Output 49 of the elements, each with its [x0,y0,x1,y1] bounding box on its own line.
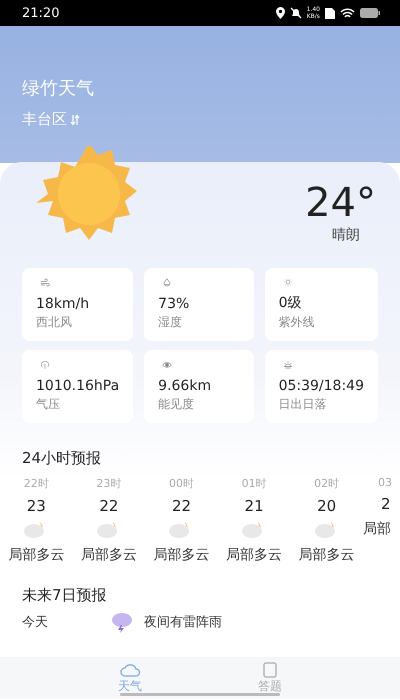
weather-condition: 晴朗 [332,226,360,244]
hour-temperature: 22 [99,497,118,515]
day-condition: 夜间有雷阵雨 [144,614,222,631]
day-name: 今天 [22,614,49,631]
detail-value: 05:39/18:49 [278,378,364,394]
status-time: 21:20 [22,6,60,20]
nav-tab[interactable]: 天气 [118,662,142,694]
app-title: 绿竹天气 [22,77,95,100]
thunder-cloud-icon [110,611,134,633]
hour-condition: 局部多云 [226,546,282,564]
wifi-icon [340,8,355,18]
detail-label: 西北风 [36,314,73,331]
hour-label: 01时 [242,476,267,491]
detail-label: 能见度 [158,396,196,413]
nav-tab[interactable]: 答题 [258,662,282,694]
hour-condition: 局部多云 [8,546,64,564]
detail-label: 气压 [36,396,61,413]
location-name[interactable]: 丰台区 [22,110,67,129]
hour-condition: 局部多云 [153,546,210,564]
hour-temperature: 20 [317,497,336,515]
hour-label: 00时 [168,476,194,491]
detail-value: 73% [158,296,190,312]
hour-temperature: 23 [26,497,46,515]
cloud-icon[interactable] [119,662,141,678]
detail-value: 0级 [278,294,302,312]
detail-label: 紫外线 [278,314,316,331]
location-icon [276,7,285,19]
detail-value: 9.66km [158,378,212,394]
hour-condition: 局部 [362,520,391,538]
detail-value: 1010.16hPa [36,378,120,394]
hour-label: 02时 [314,476,340,491]
battery-icon [360,8,380,18]
hour-temperature: 21 [244,497,264,515]
detail-label: 日出日落 [278,396,328,413]
section-title: 未来7日预报 [21,585,108,605]
detail-label: 湿度 [158,314,184,331]
hour-label: 23时 [96,476,122,491]
hour-condition: 局部多云 [80,546,137,564]
current-temperature: 24° [305,180,376,226]
muted-bell-icon [290,7,302,19]
section-title: 24小时预报 [21,448,102,468]
hour-condition: 局部多云 [298,546,355,564]
hour-label: 03 [378,476,392,489]
hour-temperature: 2 [380,495,391,513]
detail-value: 18km/h [36,296,90,312]
hour-label: 22时 [24,476,49,491]
sim-icon [325,7,335,19]
swap-arrows-icon[interactable] [70,114,80,126]
hour-temperature: 22 [172,497,192,515]
